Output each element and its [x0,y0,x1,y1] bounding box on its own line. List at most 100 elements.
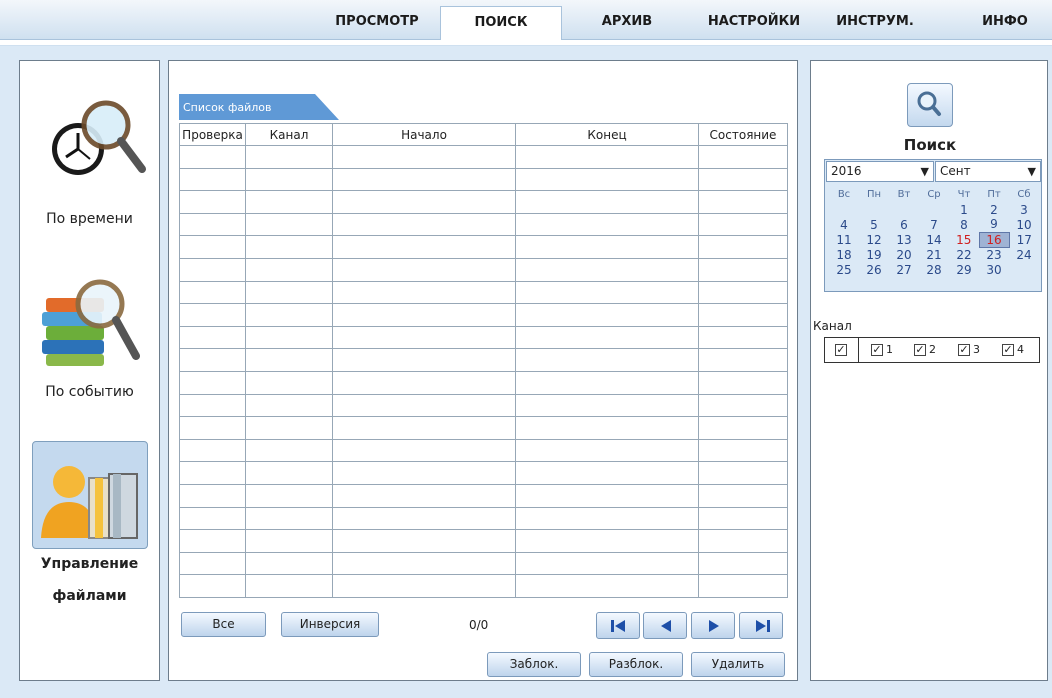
calendar-day[interactable]: 4 [829,217,859,232]
calendar-day[interactable]: 11 [829,232,859,247]
table-row[interactable] [179,574,788,598]
channel-2-checkbox[interactable]: ✓ [914,344,926,356]
calendar-day[interactable]: 28 [919,262,949,277]
weekday-header: Пт [987,189,1001,200]
table-cell [698,145,788,169]
table-cell [698,416,788,440]
calendar-day[interactable]: 5 [859,217,889,232]
table-cell [332,325,516,350]
table-cell [698,438,788,463]
tab-tools[interactable]: ИНСТРУМ. [820,6,930,38]
channel-4-checkbox[interactable]: ✓ [1002,344,1014,356]
tab-search[interactable]: ПОИСК [440,6,562,40]
mode-file-management[interactable]: Управление файлами [20,439,159,609]
channel-all-cell: ✓ [825,338,859,362]
calendar-day[interactable]: 10 [1009,217,1039,232]
channel-1-label: 1 [886,343,893,356]
table-cell [245,190,333,214]
calendar-day[interactable]: 17 [1009,232,1039,247]
table-row[interactable] [179,461,788,485]
calendar-day [829,202,859,217]
calendar-day [1009,262,1039,277]
table-row[interactable] [179,235,788,259]
next-page-button[interactable] [691,612,735,639]
calendar-day[interactable]: 26 [859,262,889,277]
calendar-day[interactable]: 19 [859,247,889,262]
table-row[interactable] [179,506,788,531]
table-cell [179,483,246,508]
last-page-button[interactable] [739,612,783,639]
first-page-button[interactable] [596,612,640,639]
table-row[interactable] [179,325,788,350]
channel-1-checkbox[interactable]: ✓ [871,344,883,356]
calendar-day[interactable]: 22 [949,247,979,262]
calendar-day[interactable]: 3 [1009,202,1039,217]
table-cell [332,167,516,192]
tab-info[interactable]: ИНФО [960,6,1050,38]
mode-by-event-label: По событию [45,384,134,400]
channel-3-checkbox[interactable]: ✓ [958,344,970,356]
table-row[interactable] [179,529,788,553]
channel-all-checkbox[interactable]: ✓ [835,344,847,356]
table-row[interactable] [179,212,788,237]
channel-label: Канал [813,319,852,333]
table-row[interactable] [179,257,788,282]
table-row[interactable] [179,280,788,305]
table-row[interactable] [179,303,788,327]
table-cell [179,325,246,350]
tab-preview[interactable]: ПРОСМОТР [322,6,432,38]
calendar-day[interactable]: 8 [949,217,979,232]
table-cell [332,145,516,169]
calendar-day[interactable]: 27 [889,262,919,277]
table-cell [179,190,246,214]
calendar-day[interactable]: 23 [979,247,1009,262]
table-row[interactable] [179,438,788,463]
table-row[interactable] [179,145,788,169]
invert-selection-button[interactable]: Инверсия [281,612,379,637]
weekday-header: Чт [957,189,971,200]
mode-by-time[interactable]: По времени [20,61,159,251]
calendar-day[interactable]: 6 [889,217,919,232]
calendar-day [889,202,919,217]
unlock-button[interactable]: Разблок. [589,652,683,677]
table-row[interactable] [179,370,788,395]
tab-settings[interactable]: НАСТРОЙКИ [690,6,818,38]
calendar-day[interactable]: 20 [889,247,919,262]
prev-page-button[interactable] [643,612,687,639]
calendar-day[interactable]: 2 [979,202,1009,217]
calendar-day[interactable]: 29 [949,262,979,277]
table-row[interactable] [179,190,788,214]
tab-archive[interactable]: АРХИВ [566,6,688,38]
delete-button[interactable]: Удалить [691,652,785,677]
calendar-day[interactable]: 15 [949,232,979,247]
calendar-day[interactable]: 25 [829,262,859,277]
calendar-day[interactable]: 30 [979,262,1009,277]
table-row[interactable] [179,348,788,372]
calendar-day[interactable]: 24 [1009,247,1039,262]
table-row[interactable] [179,416,788,440]
calendar-day[interactable]: 12 [859,232,889,247]
search-button[interactable] [907,83,953,127]
calendar-day[interactable]: 21 [919,247,949,262]
calendar-day[interactable]: 13 [889,232,919,247]
year-select[interactable]: 2016 ▼ [826,161,934,182]
calendar-day[interactable]: 7 [919,217,949,232]
calendar-day[interactable]: 16 [978,231,1010,248]
mode-by-event[interactable]: По событию [20,256,159,436]
table-row[interactable] [179,483,788,508]
table-cell [515,438,699,463]
lock-button[interactable]: Заблок. [487,652,581,677]
calendar-day[interactable]: 1 [949,202,979,217]
table-row[interactable] [179,167,788,192]
table-cell [698,506,788,531]
month-select[interactable]: Сент ▼ [935,161,1041,182]
calendar-day[interactable]: 14 [919,232,949,247]
table-row[interactable] [179,551,788,576]
table-row[interactable] [179,393,788,418]
select-all-button[interactable]: Все [181,612,266,637]
calendar-day[interactable]: 18 [829,247,859,262]
table-cell [179,348,246,372]
table-cell [698,529,788,553]
top-nav: ПРОСМОТР ПОИСК АРХИВ НАСТРОЙКИ ИНСТРУМ. … [0,0,1052,40]
calendar-day[interactable]: 9 [979,217,1009,232]
